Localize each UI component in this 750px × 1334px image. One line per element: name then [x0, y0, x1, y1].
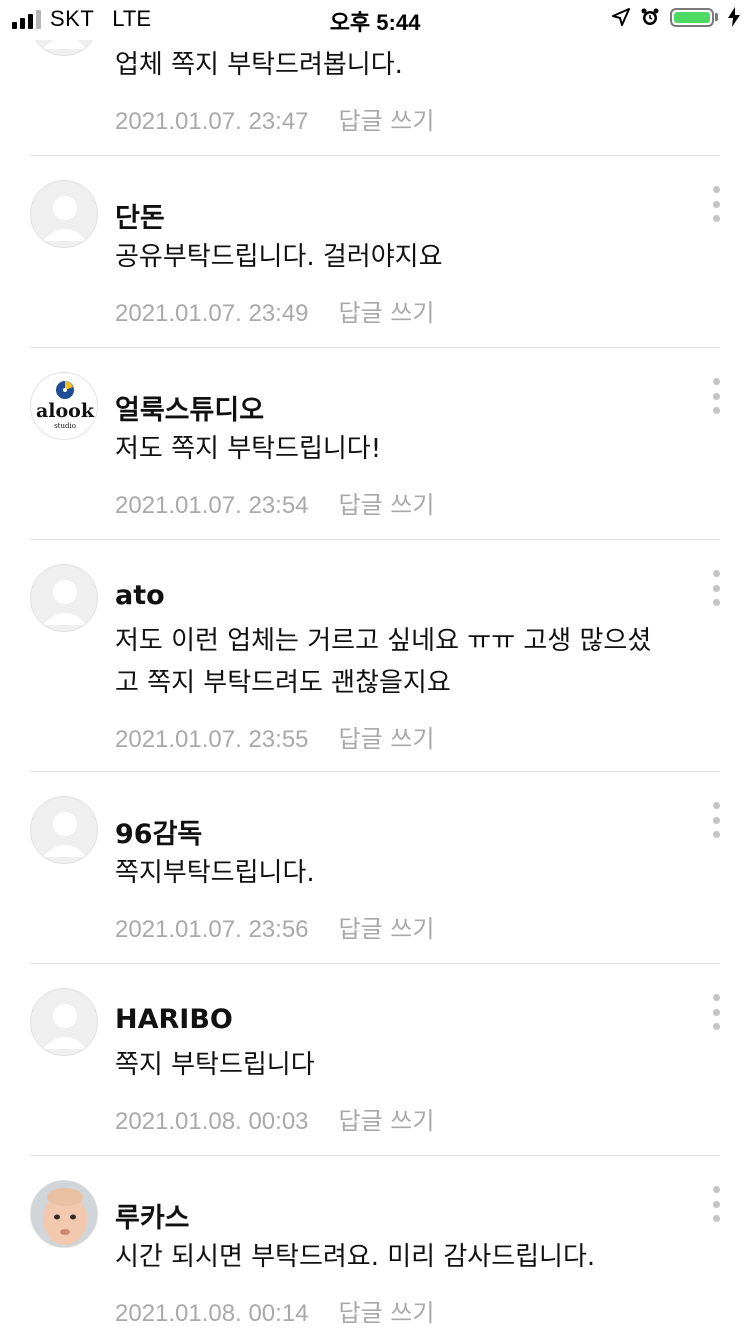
divider	[30, 155, 720, 156]
divider	[30, 347, 720, 348]
comment-author[interactable]: 루카스	[115, 1196, 190, 1235]
comment-text: 시간 되시면 부탁드려요. 미리 감사드립니다.	[115, 1242, 596, 1272]
divider	[30, 963, 720, 964]
comment-text: 쪽지부탁드립니다.	[115, 858, 315, 888]
comment-text: 업체 쪽지 부탁드려봅니다.	[115, 50, 403, 80]
comment-text: 저도 이런 업체는 거르고 싶네요 ㅠㅠ 고생 많으셨 고 쪽지 부탁드려도 괜…	[115, 620, 715, 704]
comment-author[interactable]: 96감독	[115, 812, 202, 851]
comment-text: 공유부탁드립니다. 걸러야지요	[115, 242, 443, 272]
status-bar: SKT LTE 오후 5:44	[0, 0, 750, 40]
comment-meta: 2021.01.07. 23:47 답글 쓰기	[115, 101, 434, 136]
divider	[30, 1155, 720, 1156]
comment-text: 쪽지 부탁드립니다	[115, 1050, 315, 1080]
reply-button[interactable]: 답글 쓰기	[339, 915, 435, 943]
comment-meta: 2021.01.07. 23:56 답글 쓰기	[115, 909, 434, 944]
comment-author[interactable]: 얼룩스튜디오	[115, 388, 264, 427]
battery-icon	[670, 7, 714, 27]
alarm-icon	[641, 8, 659, 25]
comment-text-line: 저도 이런 업체는 거르고 싶네요 ㅠㅠ 고생 많으셨	[115, 626, 652, 656]
more-options-icon[interactable]	[706, 570, 726, 606]
comment-date: 2021.01.07. 23:54	[115, 492, 309, 519]
comment-meta: 2021.01.08. 00:14 답글 쓰기	[115, 1293, 434, 1328]
reply-button[interactable]: 답글 쓰기	[339, 1107, 435, 1135]
comment-meta: 2021.01.07. 23:55 답글 쓰기	[115, 719, 434, 754]
comment-author[interactable]: 단돈	[115, 196, 165, 235]
comment-meta: 2021.01.07. 23:54 답글 쓰기	[115, 485, 434, 520]
comment-date: 2021.01.08. 00:03	[115, 1108, 309, 1135]
comment-text-line: 고 쪽지 부탁드려도 괜찮을지요	[115, 668, 451, 698]
more-options-icon[interactable]	[706, 378, 726, 414]
comment-author[interactable]: HARIBO	[115, 1004, 233, 1035]
avatar-logo-text: alook	[36, 400, 95, 422]
avatar[interactable]: alook studio	[30, 372, 98, 440]
comment-text: 저도 쪽지 부탁드립니다!	[115, 434, 382, 464]
reply-button[interactable]: 답글 쓰기	[339, 491, 435, 519]
reply-button[interactable]: 답글 쓰기	[339, 725, 435, 753]
comment-date: 2021.01.07. 23:55	[115, 726, 309, 753]
comment-date: 2021.01.07. 23:56	[115, 916, 309, 943]
avatar[interactable]	[30, 796, 98, 864]
avatar[interactable]	[30, 564, 98, 632]
comment-author[interactable]: ato	[115, 580, 165, 611]
charging-bolt-icon	[728, 7, 740, 27]
comment-date: 2021.01.08. 00:14	[115, 1300, 309, 1327]
avatar[interactable]	[30, 1180, 98, 1248]
more-options-icon[interactable]	[706, 802, 726, 838]
comment-meta: 2021.01.07. 23:49 답글 쓰기	[115, 293, 434, 328]
comment-date: 2021.01.07. 23:47	[115, 108, 309, 135]
location-arrow-icon	[612, 8, 630, 26]
comment-date: 2021.01.07. 23:49	[115, 300, 309, 327]
reply-button[interactable]: 답글 쓰기	[339, 1299, 435, 1327]
more-options-icon[interactable]	[706, 186, 726, 222]
divider	[30, 771, 720, 772]
avatar[interactable]	[30, 180, 98, 248]
divider	[30, 539, 720, 540]
comment-meta: 2021.01.08. 00:03 답글 쓰기	[115, 1101, 434, 1136]
reply-button[interactable]: 답글 쓰기	[339, 299, 435, 327]
more-options-icon[interactable]	[706, 1186, 726, 1222]
more-options-icon[interactable]	[706, 994, 726, 1030]
avatar-logo-subtext: studio	[54, 422, 76, 430]
reply-button[interactable]: 답글 쓰기	[339, 107, 435, 135]
avatar[interactable]	[30, 988, 98, 1056]
